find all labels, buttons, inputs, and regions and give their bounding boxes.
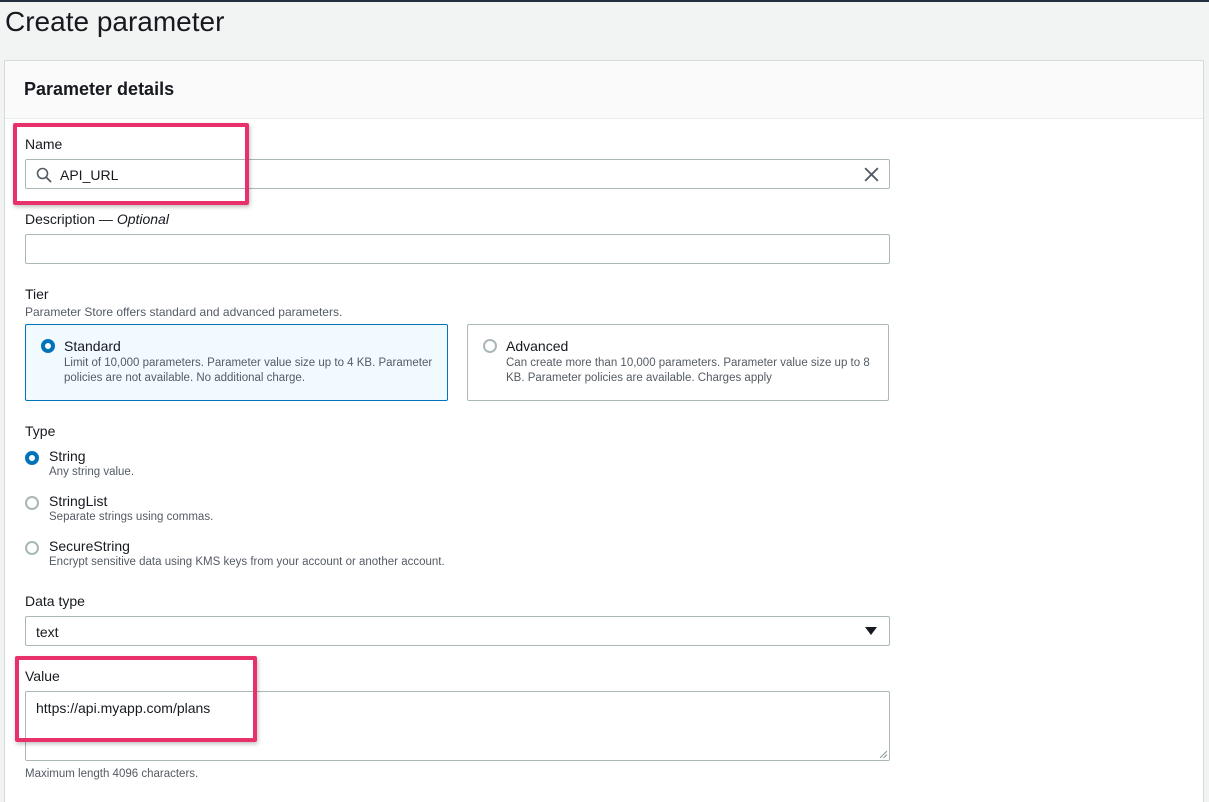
tier-label: Tier [25,286,49,302]
data-type-label: Data type [25,593,85,609]
type-label: Type [25,423,56,439]
tier-advanced-name: Advanced [506,338,569,354]
name-highlight-box [13,123,249,205]
type-string-description: Any string value. [49,466,135,478]
type-stringlist-description: Separate strings using commas. [49,511,214,523]
value-hint: Maximum length 4096 characters. [25,768,199,780]
type-securestring-radio[interactable] [25,541,39,555]
description-label: Description — Optional [25,211,169,227]
tier-advanced-radio[interactable] [483,339,497,353]
data-type-value: text [36,624,59,640]
description-input[interactable] [25,234,890,264]
type-string-name: String [49,448,86,464]
close-icon[interactable] [863,166,880,183]
type-securestring-name: SecureString [49,538,130,554]
tier-hint: Parameter Store offers standard and adva… [25,305,343,319]
value-highlight-box [15,656,257,742]
tier-advanced-description: Can create more than 10,000 parameters. … [506,357,870,384]
tier-advanced-tile[interactable]: Advanced Can create more than 10,000 par… [467,324,889,401]
panel-title: Parameter details [24,79,175,99]
tier-standard-radio[interactable] [41,339,55,353]
type-string-radio[interactable] [25,451,39,465]
panel-header: Parameter details [5,61,1203,119]
caret-down-icon [865,627,877,635]
tier-standard-name: Standard [64,338,121,354]
type-stringlist-radio[interactable] [25,496,39,510]
description-label-text: Description [25,211,96,227]
type-stringlist-name: StringList [49,493,108,509]
tier-standard-description: Limit of 10,000 parameters. Parameter va… [64,357,433,384]
type-securestring-description: Encrypt sensitive data using KMS keys fr… [49,556,445,568]
optional-text: Optional [116,211,169,227]
parameter-details-panel: Parameter details Name API_URL Descripti… [4,60,1204,802]
resize-grip-icon[interactable] [879,750,887,758]
page-title: Create parameter [5,6,225,37]
tier-standard-tile[interactable]: Standard Limit of 10,000 parameters. Par… [25,324,448,401]
data-type-select[interactable]: text [25,616,890,646]
